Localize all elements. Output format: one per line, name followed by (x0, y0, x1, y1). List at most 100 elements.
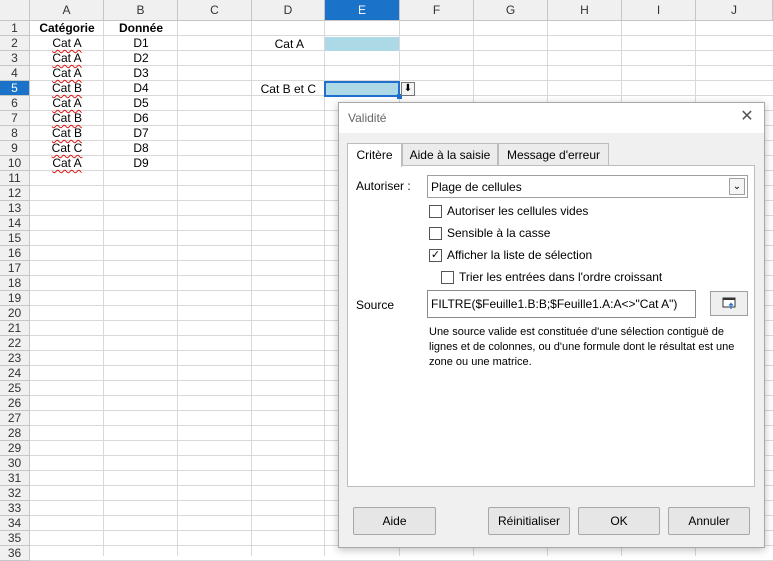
reset-button[interactable]: Réinitialiser (488, 507, 570, 535)
row-header-22[interactable]: 22 (0, 336, 30, 351)
validity-dialog: Validité ✕ Critère Aide à la saisie Mess… (338, 102, 765, 548)
cell-d2[interactable]: Cat A (252, 37, 304, 52)
row-header-1[interactable]: 1 (0, 21, 30, 36)
row-header-23[interactable]: 23 (0, 351, 30, 366)
row-header-32[interactable]: 32 (0, 486, 30, 501)
cell-a4[interactable]: Cat A (30, 66, 104, 81)
cell-b9[interactable]: D8 (104, 141, 178, 156)
row-header-31[interactable]: 31 (0, 471, 30, 486)
row-header-10[interactable]: 10 (0, 156, 30, 171)
cell-a-text: Cat A (52, 36, 82, 50)
help-button[interactable]: Aide (353, 507, 436, 535)
row-header-35[interactable]: 35 (0, 531, 30, 546)
row-header-4[interactable]: 4 (0, 66, 30, 81)
cell-b3[interactable]: D2 (104, 51, 178, 66)
row-header-29[interactable]: 29 (0, 441, 30, 456)
checkbox-sort-ascending-box[interactable] (441, 271, 454, 284)
grid-vline (251, 21, 252, 556)
row-header-17[interactable]: 17 (0, 261, 30, 276)
cell-a6[interactable]: Cat A (30, 96, 104, 111)
shrink-icon (722, 297, 736, 309)
allow-label: Autoriser : (356, 179, 411, 193)
column-header-j[interactable]: J (696, 0, 773, 21)
row-header-14[interactable]: 14 (0, 216, 30, 231)
row-header-2[interactable]: 2 (0, 36, 30, 51)
row-header-20[interactable]: 20 (0, 306, 30, 321)
tab-error-message[interactable]: Message d'erreur (498, 143, 609, 166)
row-header-21[interactable]: 21 (0, 321, 30, 336)
select-all-corner[interactable] (0, 0, 30, 21)
cell-b2[interactable]: D1 (104, 36, 178, 51)
cell-b5[interactable]: D4 (104, 81, 178, 96)
cell-a-text: Cat A (52, 51, 82, 65)
column-header-a[interactable]: A (30, 0, 104, 21)
shrink-dialog-button[interactable] (710, 291, 748, 316)
cell-b8[interactable]: D7 (104, 126, 178, 141)
row-header-30[interactable]: 30 (0, 456, 30, 471)
allow-select[interactable]: Plage de cellules ⌄ (427, 175, 748, 198)
checkbox-case-sensitive-box[interactable] (429, 227, 442, 240)
column-header-g[interactable]: G (474, 0, 548, 21)
column-header-c[interactable]: C (178, 0, 252, 21)
row-header-18[interactable]: 18 (0, 276, 30, 291)
row-header-13[interactable]: 13 (0, 201, 30, 216)
column-header-b[interactable]: B (104, 0, 178, 21)
column-header-e[interactable]: E (325, 0, 400, 21)
tab-criteria[interactable]: Critère (347, 143, 402, 167)
tab-input-help[interactable]: Aide à la saisie (402, 143, 498, 166)
cell-d5[interactable]: Cat B et C (252, 82, 316, 97)
checkbox-allow-empty-label: Autoriser les cellules vides (447, 204, 589, 218)
checkbox-show-list-label: Afficher la liste de sélection (447, 248, 593, 262)
row-header-8[interactable]: 8 (0, 126, 30, 141)
cell-a3[interactable]: Cat A (30, 51, 104, 66)
ok-button[interactable]: OK (578, 507, 660, 535)
cell-a-text: Cat A (52, 96, 82, 110)
row-header-28[interactable]: 28 (0, 426, 30, 441)
row-header-7[interactable]: 7 (0, 111, 30, 126)
cell-a-text: Cat B (51, 81, 82, 95)
row-header-19[interactable]: 19 (0, 291, 30, 306)
row-header-36[interactable]: 36 (0, 546, 30, 561)
row-header-26[interactable]: 26 (0, 396, 30, 411)
row-header-5[interactable]: 5 (0, 81, 30, 96)
cell-a7[interactable]: Cat B (30, 111, 104, 126)
close-icon[interactable]: ✕ (738, 108, 756, 126)
chevron-down-icon[interactable]: ⌄ (729, 178, 745, 195)
row-header-34[interactable]: 34 (0, 516, 30, 531)
row-header-12[interactable]: 12 (0, 186, 30, 201)
source-help-text: Une source valide est constituée d'une s… (429, 326, 735, 368)
row-header-16[interactable]: 16 (0, 246, 30, 261)
checkbox-allow-empty-box[interactable] (429, 205, 442, 218)
cell-a8[interactable]: Cat B (30, 126, 104, 141)
row-header-27[interactable]: 27 (0, 411, 30, 426)
validity-dropdown-button[interactable]: ⬇ (401, 82, 415, 96)
row-header-9[interactable]: 9 (0, 141, 30, 156)
row-header-25[interactable]: 25 (0, 381, 30, 396)
row-header-11[interactable]: 11 (0, 171, 30, 186)
cell-a2[interactable]: Cat A (30, 36, 104, 51)
active-cell-e5[interactable] (324, 81, 400, 97)
cell-b6[interactable]: D5 (104, 96, 178, 111)
cell-b4[interactable]: D3 (104, 66, 178, 81)
checkbox-show-list-box[interactable]: ✓ (429, 249, 442, 262)
source-input[interactable]: FILTRE($Feuille1.B:B;$Feuille1.A:A<>"Cat… (427, 290, 696, 318)
cell-a10[interactable]: Cat A (30, 156, 104, 171)
cell-a9[interactable]: Cat C (30, 141, 104, 156)
row-header-33[interactable]: 33 (0, 501, 30, 516)
row-header-6[interactable]: 6 (0, 96, 30, 111)
row-header-15[interactable]: 15 (0, 231, 30, 246)
cell-e2-fill[interactable] (325, 37, 399, 51)
column-header-f[interactable]: F (400, 0, 474, 21)
cell-b1[interactable]: Donnée (104, 21, 178, 36)
cell-a5[interactable]: Cat B (30, 81, 104, 96)
column-header-h[interactable]: H (548, 0, 622, 21)
row-header-24[interactable]: 24 (0, 366, 30, 381)
cell-a1[interactable]: Catégorie (30, 21, 104, 36)
column-header-d[interactable]: D (252, 0, 325, 21)
cell-b10[interactable]: D9 (104, 156, 178, 171)
cell-a-text: Cat B (51, 126, 82, 140)
row-header-3[interactable]: 3 (0, 51, 30, 66)
column-header-i[interactable]: I (622, 0, 696, 21)
cancel-button[interactable]: Annuler (668, 507, 750, 535)
cell-b7[interactable]: D6 (104, 111, 178, 126)
